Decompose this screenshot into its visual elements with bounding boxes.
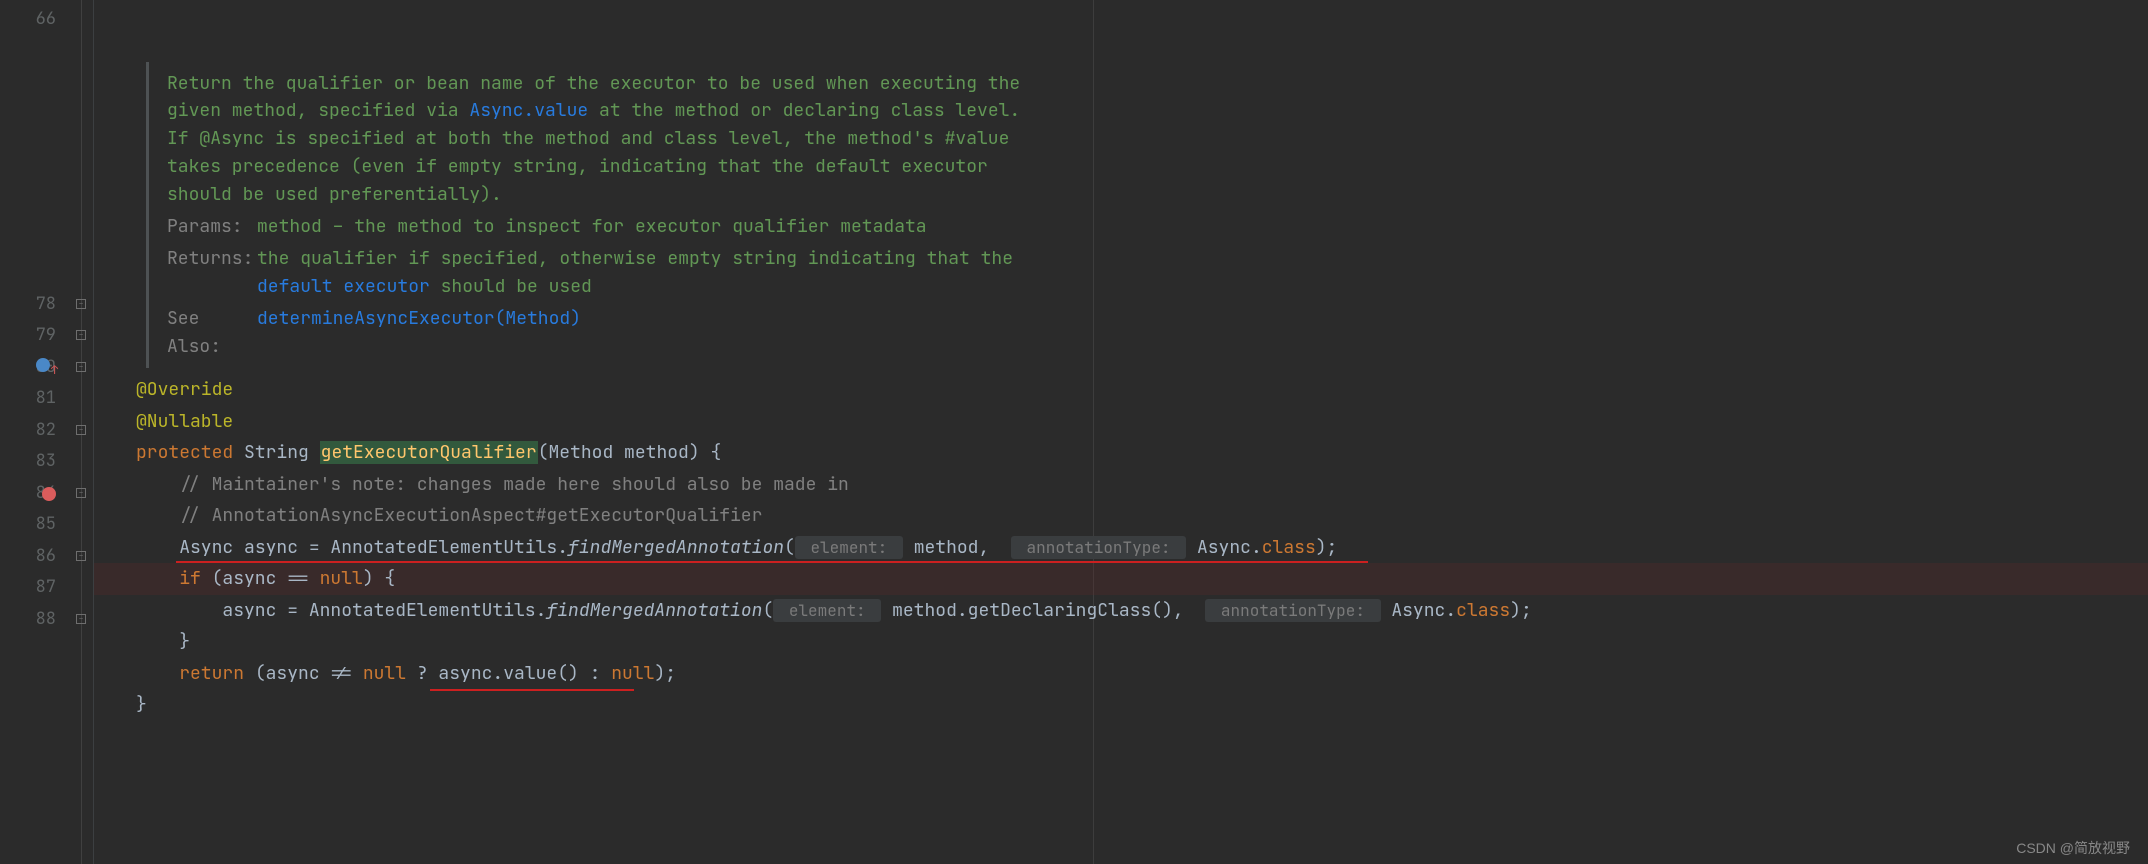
fold-toggle-icon[interactable]: – — [76, 614, 86, 624]
code-editor[interactable]: 66 78 79 80 81 82 83 84 85 86 87 88 – – … — [0, 0, 2148, 864]
inlay-hint: annotationType: — [1205, 599, 1380, 622]
line-number: 79 — [0, 320, 70, 352]
code-line[interactable]: // AnnotationAsyncExecutionAspect#getExe… — [94, 500, 2148, 532]
fold-toggle-icon[interactable]: – — [76, 551, 86, 561]
javadoc-link[interactable]: Async.value — [469, 99, 588, 122]
javadoc-link[interactable]: determineAsyncExecutor(Method) — [257, 307, 581, 330]
code-line[interactable]: return (async != null ? async.value() : … — [94, 658, 2148, 690]
inlay-hint: element: — [773, 599, 881, 622]
javadoc-params-label: Params: — [167, 213, 257, 241]
line-number: 80 — [0, 352, 70, 384]
fold-toggle-icon[interactable]: – — [76, 362, 86, 372]
override-icon[interactable] — [36, 358, 50, 372]
code-line[interactable] — [94, 4, 2148, 36]
method-declaration-name: getExecutorQualifier — [320, 441, 538, 464]
line-number: 87 — [0, 572, 70, 604]
code-line[interactable]: Async async = AnnotatedElementUtils.find… — [94, 532, 2148, 564]
code-line[interactable]: @Nullable — [94, 406, 2148, 438]
line-number: 66 — [0, 4, 70, 36]
fold-column: – – – – – – – — [70, 0, 94, 864]
line-number: 85 — [0, 509, 70, 541]
javadoc-summary: Return the qualifier or bean name of the… — [167, 72, 1020, 207]
code-line-breakpoint[interactable]: if (async == null) { — [94, 563, 2148, 595]
code-line[interactable]: @Override — [94, 374, 2148, 406]
code-line[interactable]: } — [94, 689, 2148, 721]
javadoc-rendered: Return the qualifier or bean name of the… — [146, 62, 1046, 369]
inlay-hint: annotationType: — [1011, 536, 1186, 559]
line-number: 81 — [0, 383, 70, 415]
line-number: 78 — [0, 289, 70, 321]
code-line[interactable]: // Maintainer's note: changes made here … — [94, 469, 2148, 501]
inlay-hint: element: — [795, 536, 903, 559]
code-line[interactable]: async = AnnotatedElementUtils.findMerged… — [94, 595, 2148, 627]
code-content[interactable]: Return the qualifier or bean name of the… — [94, 0, 2148, 864]
fold-toggle-icon[interactable]: – — [76, 299, 86, 309]
javadoc-params-value: method – the method to inspect for execu… — [257, 213, 1028, 241]
code-line[interactable]: } — [94, 626, 2148, 658]
line-number-breakpoint[interactable]: 84 — [0, 478, 70, 510]
code-line[interactable]: protected String getExecutorQualifier(Me… — [94, 437, 2148, 469]
gutter-spacer — [0, 36, 70, 289]
line-number: 83 — [0, 446, 70, 478]
javadoc-link[interactable]: default executor — [257, 275, 430, 298]
line-number: 86 — [0, 541, 70, 573]
fold-toggle-icon[interactable]: – — [76, 488, 86, 498]
javadoc-seealso-label: See Also: — [167, 305, 257, 361]
line-number-gutter: 66 78 79 80 81 82 83 84 85 86 87 88 — [0, 0, 70, 864]
javadoc-returns-label: Returns: — [167, 245, 257, 301]
fold-toggle-icon[interactable]: – — [76, 425, 86, 435]
watermark-text: CSDN @简放视野 — [2016, 838, 2130, 858]
javadoc-returns-value: the qualifier if specified, otherwise em… — [257, 245, 1028, 301]
fold-toggle-icon[interactable]: – — [76, 330, 86, 340]
line-number: 82 — [0, 415, 70, 447]
line-number: 88 — [0, 604, 70, 636]
